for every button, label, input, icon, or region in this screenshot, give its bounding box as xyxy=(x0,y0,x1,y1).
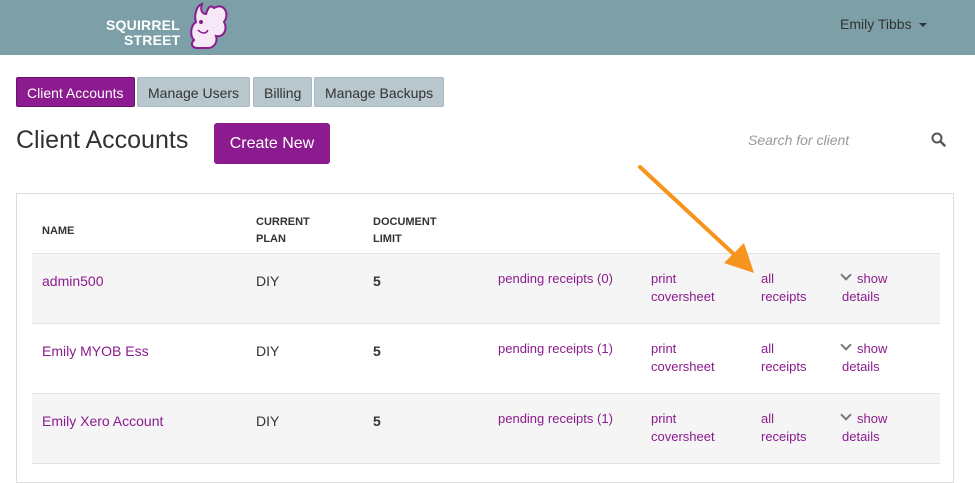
pending-receipts-link[interactable]: pending receipts (0) xyxy=(498,270,613,288)
client-name-link[interactable]: Emily MYOB Ess xyxy=(42,342,149,360)
show-details-link[interactable]: show details xyxy=(840,339,888,376)
all-receipts-line1: all xyxy=(761,341,775,356)
show-details-line2: details xyxy=(842,429,880,444)
current-plan: DIY xyxy=(256,413,280,429)
row-divider xyxy=(32,463,940,464)
user-menu[interactable]: Emily Tibbs xyxy=(840,16,927,32)
print-coversheet-line1: print xyxy=(651,411,677,426)
print-coversheet-link[interactable]: print coversheet xyxy=(651,340,715,376)
client-name-link[interactable]: admin500 xyxy=(42,272,104,290)
column-header-limit-line2: LIMIT xyxy=(373,233,402,245)
current-plan: DIY xyxy=(256,343,280,359)
all-receipts-line2: receipts xyxy=(761,429,807,444)
document-limit: 5 xyxy=(373,343,381,359)
all-receipts-link[interactable]: all receipts xyxy=(761,340,807,376)
print-coversheet-line2: coversheet xyxy=(651,359,715,374)
all-receipts-line2: receipts xyxy=(761,359,807,374)
print-coversheet-line1: print xyxy=(651,341,677,356)
caret-down-icon xyxy=(918,23,927,28)
table-row: Emily MYOB Ess DIY 5 pending receipts (1… xyxy=(32,324,940,394)
show-details-line1: show xyxy=(857,271,888,286)
top-nav-bar: SQUIRREL STREET Emily Tibbs xyxy=(0,0,975,55)
table-row: admin500 DIY 5 pending receipts (0) prin… xyxy=(32,254,940,324)
chevron-down-icon xyxy=(840,409,852,421)
squirrel-logo-icon xyxy=(190,2,228,49)
tab-manage-users[interactable]: Manage Users xyxy=(137,77,251,107)
client-name-link[interactable]: Emily Xero Account xyxy=(42,412,163,430)
pending-receipts-link[interactable]: pending receipts (1) xyxy=(498,340,613,358)
column-header-name: NAME xyxy=(42,225,75,237)
create-new-button[interactable]: Create New xyxy=(214,123,330,164)
column-header-plan-line1: CURRENT xyxy=(256,216,310,228)
current-plan: DIY xyxy=(256,273,280,289)
all-receipts-link[interactable]: all receipts xyxy=(761,410,807,446)
tab-manage-backups[interactable]: Manage Backups xyxy=(314,77,445,107)
print-coversheet-link[interactable]: print coversheet xyxy=(651,410,715,446)
all-receipts-line1: all xyxy=(761,271,775,286)
show-details-link[interactable]: show details xyxy=(840,269,888,306)
tab-client-accounts[interactable]: Client Accounts xyxy=(16,77,135,107)
brand-line-1: SQUIRREL xyxy=(106,17,180,33)
print-coversheet-line2: coversheet xyxy=(651,429,715,444)
all-receipts-line1: all xyxy=(761,411,775,426)
user-name: Emily Tibbs xyxy=(840,16,912,32)
table-row: Emily Xero Account DIY 5 pending receipt… xyxy=(32,394,940,464)
all-receipts-link[interactable]: all receipts xyxy=(761,270,807,306)
all-receipts-line2: receipts xyxy=(761,289,807,304)
column-header-limit-line1: DOCUMENT xyxy=(373,216,437,228)
document-limit: 5 xyxy=(373,413,381,429)
show-details-line1: show xyxy=(857,411,888,426)
brand-logo[interactable]: SQUIRREL STREET xyxy=(100,0,240,52)
pending-receipts-link[interactable]: pending receipts (1) xyxy=(498,410,613,428)
show-details-line2: details xyxy=(842,289,880,304)
show-details-line2: details xyxy=(842,359,880,374)
tab-billing[interactable]: Billing xyxy=(253,77,313,107)
annotation-arrow-icon xyxy=(638,165,754,273)
show-details-line1: show xyxy=(857,341,888,356)
brand-line-2: STREET xyxy=(124,32,181,48)
search-input[interactable] xyxy=(740,125,936,155)
show-details-link[interactable]: show details xyxy=(840,409,888,446)
document-limit: 5 xyxy=(373,273,381,289)
column-header-plan-line2: PLAN xyxy=(256,233,286,245)
chevron-down-icon xyxy=(840,339,852,351)
page-title: Client Accounts xyxy=(16,126,189,154)
print-coversheet-line2: coversheet xyxy=(651,289,715,304)
search-icon[interactable] xyxy=(931,132,946,147)
chevron-down-icon xyxy=(840,269,852,281)
